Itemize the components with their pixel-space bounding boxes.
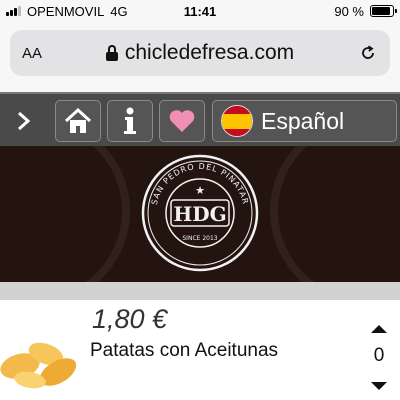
product-price: 1,80 € <box>92 304 168 334</box>
signal-icon <box>6 6 21 16</box>
product-name: Patatas con Aceitunas <box>90 340 279 361</box>
reload-button[interactable] <box>346 44 390 62</box>
home-icon <box>64 107 92 133</box>
carrier-name: OPENMOVIL <box>27 3 105 19</box>
reload-icon <box>362 45 374 59</box>
product-row[interactable]: 1,80 € Patatas con Aceitunas 0 <box>0 300 400 400</box>
text-size-button[interactable]: AA <box>10 45 54 62</box>
favorites-button[interactable] <box>159 100 205 142</box>
url-display[interactable]: chicledefresa.com <box>54 41 346 65</box>
carrier-info: OPENMOVIL 4G <box>6 4 156 19</box>
decrement-icon[interactable] <box>371 382 387 390</box>
status-bar: OPENMOVIL 4G 11:41 90 % <box>0 0 400 22</box>
lock-icon <box>105 45 118 61</box>
info-icon <box>124 107 136 134</box>
restaurant-banner: SAN PEDRO DEL PINATAR ★ HDG SINCE 2013 <box>0 146 400 282</box>
battery-info: 90 % <box>244 3 397 19</box>
battery-icon <box>370 5 397 17</box>
section-divider <box>0 282 400 300</box>
network-type: 4G <box>110 3 128 19</box>
spain-flag-icon <box>221 105 253 137</box>
home-button[interactable] <box>55 100 101 142</box>
quantity-value: 0 <box>373 345 385 366</box>
chevron-right-icon[interactable] <box>12 110 34 132</box>
background-seal-decoration <box>0 146 130 282</box>
language-selector[interactable]: Español <box>212 100 397 142</box>
url-text: chicledefresa.com <box>124 41 295 64</box>
browser-toolbar: AA chicledefresa.com <box>0 22 400 92</box>
potato-chips-image <box>0 342 77 389</box>
star-icon: ★ <box>195 184 205 197</box>
logo-text: HDG <box>173 202 226 226</box>
logo-since-text: SINCE 2013 <box>182 235 217 242</box>
text-size-label: AA <box>21 44 42 62</box>
site-navbar: Español <box>0 92 400 146</box>
address-bar[interactable]: AA chicledefresa.com <box>10 30 390 76</box>
language-label: Español <box>261 107 345 134</box>
background-seal-decoration <box>270 146 400 282</box>
info-button[interactable] <box>107 100 153 142</box>
quantity-stepper: 0 <box>362 320 396 396</box>
clock: 11:41 <box>183 3 217 19</box>
increment-icon[interactable] <box>371 325 387 333</box>
heart-icon <box>169 110 195 132</box>
restaurant-logo: SAN PEDRO DEL PINATAR ★ HDG SINCE 2013 <box>141 154 259 272</box>
battery-percent: 90 % <box>334 3 364 19</box>
